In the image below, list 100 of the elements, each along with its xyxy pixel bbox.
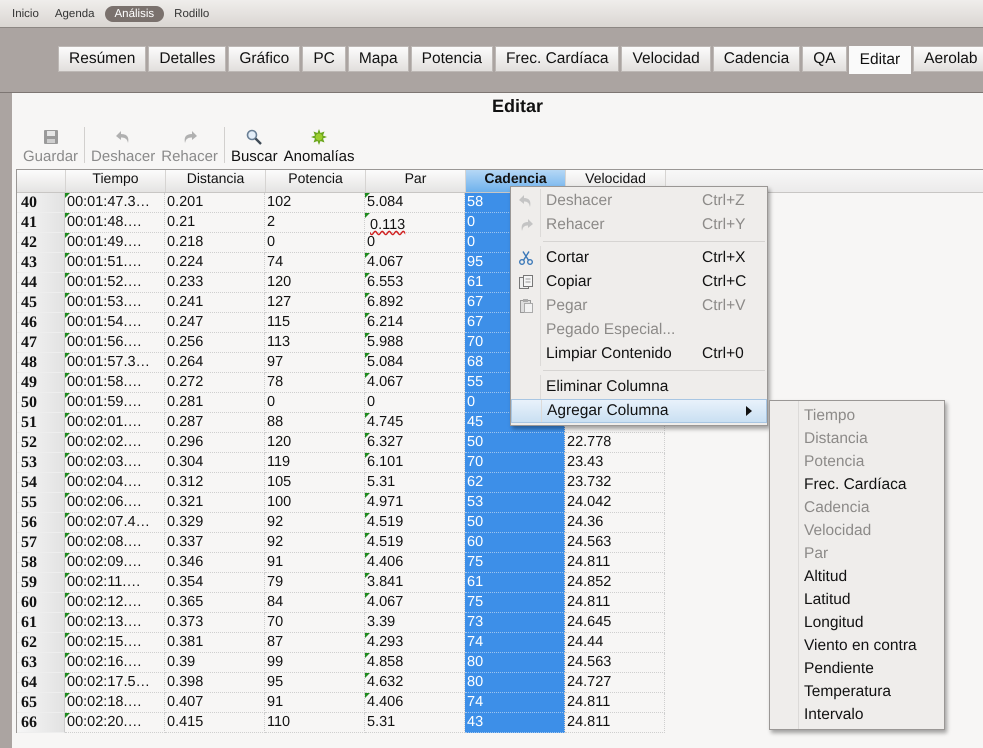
table-cell: 00:01:54.… — [67, 314, 142, 330]
menu-item[interactable]: Pendiente — [770, 657, 944, 680]
tab[interactable]: Frec. Cardíaca — [494, 46, 620, 72]
table-cell: 0.272 — [167, 374, 204, 390]
table-cell: 0.218 — [167, 234, 204, 250]
column-header[interactable]: Distancia — [166, 170, 266, 192]
table-cell: 3.841 — [367, 574, 404, 590]
table-cell: 92 — [267, 534, 284, 550]
menu-item[interactable]: Altitud — [770, 565, 944, 588]
menu-item[interactable]: Cortar Ctrl+X — [511, 246, 767, 270]
table-cell: 0.201 — [167, 194, 204, 210]
table-cell: 95 — [267, 674, 284, 690]
row-header[interactable]: 43 — [17, 253, 65, 273]
table-cell: 00:02:18.… — [67, 694, 142, 710]
table-cell: 5.084 — [367, 354, 404, 370]
row-header[interactable]: 42 — [17, 233, 65, 253]
row-header[interactable]: 54 — [17, 473, 65, 493]
nav-link[interactable]: Análisis — [104, 6, 164, 22]
column-header[interactable]: Potencia — [266, 170, 366, 192]
menu-item[interactable]: Temperatura — [770, 680, 944, 703]
menu-item[interactable]: Limpiar Contenido Ctrl+0 — [511, 342, 767, 366]
row-header[interactable]: 45 — [17, 293, 65, 313]
nav-link[interactable]: Agenda — [48, 6, 101, 22]
menu-item[interactable]: Latitud — [770, 588, 944, 611]
table-cell: 0.337 — [167, 534, 204, 550]
table-cell: 24.645 — [567, 614, 612, 630]
table-cell: 0.304 — [167, 454, 204, 470]
tab[interactable]: Aerolab — [913, 46, 983, 72]
table-cell: 4.067 — [367, 594, 404, 610]
table-cell: 78 — [267, 374, 284, 390]
row-header[interactable]: 57 — [17, 533, 65, 553]
menu-item[interactable]: Intervalo — [770, 703, 944, 726]
row-header[interactable]: 52 — [17, 433, 65, 453]
tab[interactable]: Gráfico — [228, 46, 300, 72]
menu-item[interactable]: Longitud — [770, 611, 944, 634]
row-header[interactable]: 48 — [17, 353, 65, 373]
row-header[interactable]: 56 — [17, 513, 65, 533]
tab[interactable]: Resúmen — [58, 46, 146, 72]
menu-item[interactable]: Copiar Ctrl+C — [511, 270, 767, 294]
table-cell: 0.381 — [167, 634, 204, 650]
row-header[interactable]: 65 — [17, 693, 65, 713]
tab[interactable]: Detalles — [148, 46, 226, 72]
row-header[interactable]: 61 — [17, 613, 65, 633]
menu-item[interactable]: Agregar Columna — [511, 399, 767, 423]
tab[interactable]: Cadencia — [712, 46, 800, 72]
row-header[interactable]: 50 — [17, 393, 65, 413]
menu-item[interactable]: Frec. Cardíaca — [770, 473, 944, 496]
tab[interactable]: Mapa — [348, 46, 409, 72]
table-cell: 0.329 — [167, 514, 204, 530]
table-cell: 00:02:01.… — [67, 414, 142, 430]
table-cell: 6.101 — [367, 454, 404, 470]
table-cell: 119 — [267, 454, 290, 470]
row-header[interactable]: 51 — [17, 413, 65, 433]
table-cell: 62 — [467, 474, 484, 490]
menu-item[interactable]: Viento en contra — [770, 634, 944, 657]
table-cell: 4.632 — [367, 674, 404, 690]
table-cell: 73 — [467, 614, 484, 630]
nav-link[interactable]: Inicio — [6, 6, 45, 22]
tab[interactable]: PC — [302, 46, 346, 72]
table-cell: 0.233 — [167, 274, 204, 290]
toolbar-button[interactable]: Buscar — [228, 128, 281, 165]
row-header[interactable]: 60 — [17, 593, 65, 613]
table-cell: 00:01:47.3… — [67, 194, 150, 210]
table-cell: 4.745 — [367, 414, 404, 430]
row-header[interactable]: 58 — [17, 553, 65, 573]
table-cell: 00:01:49.… — [67, 234, 142, 250]
tab[interactable]: QA — [802, 46, 847, 72]
row-header[interactable]: 55 — [17, 493, 65, 513]
table-cell: 0.264 — [167, 354, 204, 370]
table-cell: 70 — [467, 454, 484, 470]
table-cell: 105 — [267, 474, 292, 490]
row-header[interactable]: 62 — [17, 633, 65, 653]
row-header[interactable]: 64 — [17, 673, 65, 693]
table-cell: 79 — [267, 574, 284, 590]
row-header[interactable]: 44 — [17, 273, 65, 293]
table-cell: 50 — [467, 434, 484, 450]
table-cell: 58 — [467, 194, 484, 210]
table-cell: 0.21 — [167, 214, 196, 230]
row-header[interactable]: 47 — [17, 333, 65, 353]
row-header[interactable]: 49 — [17, 373, 65, 393]
row-header[interactable]: 41 — [17, 213, 65, 233]
row-header[interactable]: 40 — [17, 193, 65, 213]
nav-link[interactable]: Rodillo — [168, 6, 216, 22]
tab[interactable]: Velocidad — [621, 46, 711, 72]
table-cell: 4.858 — [367, 654, 404, 670]
row-header[interactable]: 59 — [17, 573, 65, 593]
table-cell: 0.321 — [167, 494, 204, 510]
row-header[interactable]: 63 — [17, 653, 65, 673]
table-cell: 24.811 — [567, 694, 610, 710]
table-cell: 0.346 — [167, 554, 204, 570]
table-cell: 3.39 — [367, 614, 396, 630]
row-header[interactable]: 66 — [17, 713, 65, 733]
tab[interactable]: Editar — [848, 46, 912, 74]
row-header[interactable]: 53 — [17, 453, 65, 473]
tab[interactable]: Potencia — [410, 46, 493, 72]
column-header[interactable]: Tiempo — [66, 170, 166, 192]
toolbar-button[interactable]: Anomalías — [280, 128, 358, 165]
row-header[interactable]: 46 — [17, 313, 65, 333]
table-cell: 88 — [267, 414, 284, 430]
table-cell: 0.373 — [167, 614, 204, 630]
